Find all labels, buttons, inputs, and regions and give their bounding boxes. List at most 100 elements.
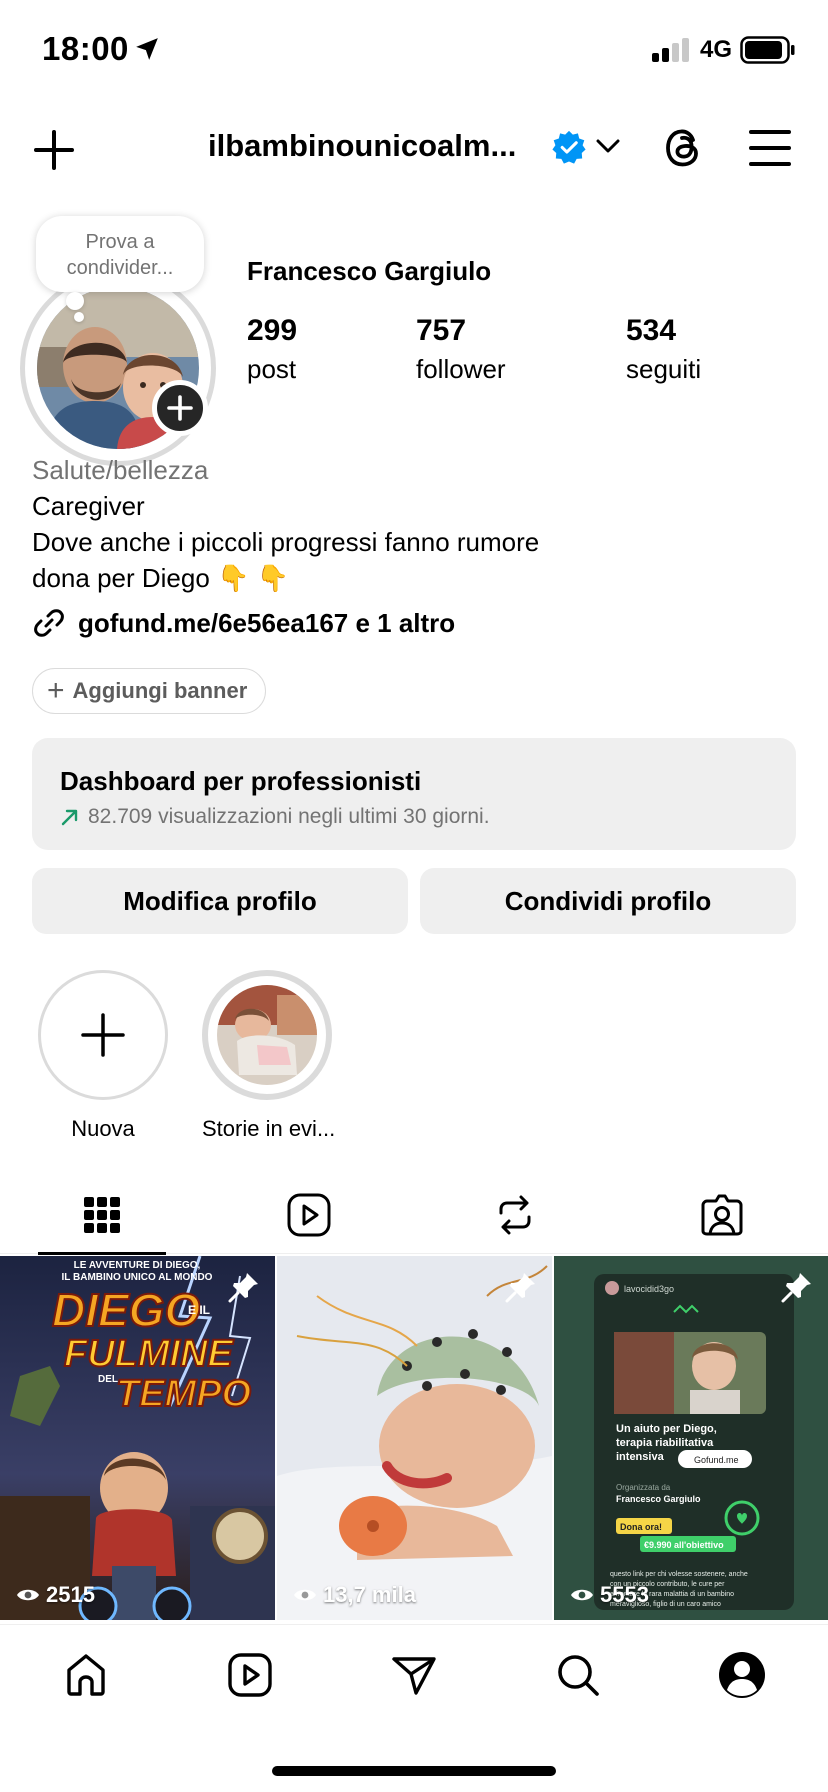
post-cover-text: LE AVVENTURE DI DIEGO, xyxy=(74,1260,201,1271)
highlight-cover xyxy=(217,985,317,1085)
bottom-navigation xyxy=(0,1624,828,1732)
post-card-text: Dona ora! xyxy=(620,1522,662,1532)
tab-tagged[interactable] xyxy=(642,1176,802,1254)
post-cover-text: E IL xyxy=(188,1303,210,1317)
post-cover-title: FULMINE xyxy=(64,1333,235,1375)
reels-icon xyxy=(287,1193,331,1237)
add-story-button[interactable] xyxy=(152,380,208,436)
battery-icon xyxy=(740,36,795,64)
post-card-text: Gofund.me xyxy=(694,1455,739,1465)
trend-up-icon xyxy=(61,809,78,826)
stat-following[interactable]: 534 seguiti xyxy=(626,314,701,385)
post-card-text: terapia riabilitativa xyxy=(616,1437,714,1449)
note-bubble[interactable]: Prova a condivider... xyxy=(36,216,204,292)
posts-grid: LE AVVENTURE DI DIEGO, IL BAMBINO UNICO … xyxy=(0,1256,828,1622)
reels-icon xyxy=(228,1653,272,1697)
nav-messages[interactable] xyxy=(386,1647,442,1703)
bio-line: Dove anche i piccoli progressi fanno rum… xyxy=(32,527,540,557)
post-card-text: questo link per chi volesse sostenere, a… xyxy=(610,1571,748,1578)
nav-home[interactable] xyxy=(58,1647,114,1703)
post-cover-title: DIEGO xyxy=(52,1284,200,1336)
bio-link[interactable]: gofund.me/6e56ea167 e 1 altro xyxy=(32,606,455,640)
edit-profile-button[interactable]: Modifica profilo xyxy=(32,868,408,934)
plus-icon[interactable] xyxy=(30,126,78,174)
nav-reels[interactable] xyxy=(222,1647,278,1703)
post-card-text: Organizzata da xyxy=(616,1483,671,1492)
post-thumbnail[interactable]: LE AVVENTURE DI DIEGO, IL BAMBINO UNICO … xyxy=(0,1256,275,1620)
tab-grid[interactable] xyxy=(22,1176,182,1254)
active-tab-indicator xyxy=(38,1252,166,1255)
messages-icon xyxy=(392,1657,436,1695)
pin-icon xyxy=(228,1273,258,1303)
avatar-ring[interactable] xyxy=(20,270,216,466)
stat-posts[interactable]: 299 post xyxy=(247,314,297,385)
bio: Salute/bellezza Caregiver Dove anche i p… xyxy=(32,452,792,596)
instagram-profile-screen: 18:00 4G ilbambinounicoalm... Prova a co… xyxy=(0,0,828,1792)
eye-icon xyxy=(17,1589,39,1601)
post-card-text: intensiva xyxy=(616,1451,665,1463)
add-banner-label: Aggiungi banner xyxy=(72,678,248,703)
plus-icon: + xyxy=(47,674,65,707)
home-indicator xyxy=(272,1766,556,1776)
add-banner-button[interactable]: + Aggiungi banner xyxy=(32,668,267,714)
eye-icon xyxy=(571,1589,593,1601)
stat-posts-label: post xyxy=(247,354,297,384)
highlight-label: Storie in evi... xyxy=(202,1116,336,1141)
view-count: 2515 xyxy=(16,1582,95,1608)
dashboard-subtitle: 82.709 visualizzazioni negli ultimi 30 g… xyxy=(88,805,490,828)
view-count: 5553 xyxy=(570,1582,649,1608)
network-label: 4G xyxy=(700,36,733,63)
post-cover-title: TEMPO xyxy=(116,1373,251,1415)
post-card-text: Un aiuto per Diego, xyxy=(616,1423,717,1435)
post-card-text: lavocidid3go xyxy=(624,1284,674,1294)
status-time: 18:00 xyxy=(42,30,129,67)
post-thumbnail[interactable]: lavocidid3go Un aiuto per Diego, terapia… xyxy=(554,1256,828,1620)
menu-icon[interactable] xyxy=(746,126,794,170)
stat-following-label: seguiti xyxy=(626,354,702,384)
stat-followers-label: follower xyxy=(416,354,506,384)
home-icon xyxy=(67,1654,105,1696)
tagged-icon xyxy=(701,1194,743,1236)
stat-followers-count: 757 xyxy=(416,314,467,347)
note-bubble-tail xyxy=(66,292,84,310)
highlight-ring[interactable] xyxy=(202,970,332,1100)
share-profile-button[interactable]: Condividi profilo xyxy=(420,868,796,934)
nav-profile[interactable] xyxy=(714,1647,770,1703)
highlight-featured[interactable]: Storie in evi... xyxy=(202,970,336,1142)
username[interactable]: ilbambinounicoalm... xyxy=(208,128,516,164)
full-name: Francesco Gargiulo xyxy=(247,256,492,286)
profile-icon xyxy=(719,1652,765,1698)
pin-icon xyxy=(505,1273,535,1303)
profile-header: ilbambinounicoalm... xyxy=(0,110,828,186)
bio-line: dona per Diego 👇 👇 xyxy=(32,563,289,593)
profile-tabs xyxy=(0,1176,828,1255)
post-thumbnail[interactable]: 13,7 mila xyxy=(277,1256,552,1620)
pin-icon xyxy=(781,1273,811,1303)
note-bubble-tail-small xyxy=(74,312,84,322)
link-icon xyxy=(34,609,64,637)
profile-category: Salute/bellezza xyxy=(32,455,209,485)
tab-reels[interactable] xyxy=(229,1176,389,1254)
edit-profile-label: Modifica profilo xyxy=(123,885,317,916)
highlight-ring[interactable] xyxy=(38,970,168,1100)
threads-icon[interactable] xyxy=(660,124,708,172)
professional-dashboard[interactable]: Dashboard per professionisti 82.709 visu… xyxy=(32,738,796,850)
signal-icon xyxy=(652,38,689,62)
tab-reposts[interactable] xyxy=(435,1176,595,1254)
highlight-label: Nuova xyxy=(71,1116,135,1141)
highlight-new[interactable]: Nuova xyxy=(38,970,168,1142)
view-count: 13,7 mila xyxy=(293,1582,416,1608)
stat-followers[interactable]: 757 follower xyxy=(416,314,506,385)
view-count-text: 5553 xyxy=(600,1582,649,1607)
search-icon xyxy=(558,1655,599,1696)
share-profile-label: Condividi profilo xyxy=(504,885,712,916)
nav-search[interactable] xyxy=(550,1647,606,1703)
note-text: Prova a condivider... xyxy=(66,231,174,279)
reposts-icon xyxy=(499,1195,531,1235)
chevron-down-icon[interactable] xyxy=(596,138,620,154)
dashboard-subtitle-row: 82.709 visualizzazioni negli ultimi 30 g… xyxy=(60,805,796,829)
bio-line: Caregiver xyxy=(32,491,145,521)
stat-following-count: 534 xyxy=(626,314,677,347)
plus-icon xyxy=(81,1013,125,1057)
view-count-text: 2515 xyxy=(46,1582,95,1607)
